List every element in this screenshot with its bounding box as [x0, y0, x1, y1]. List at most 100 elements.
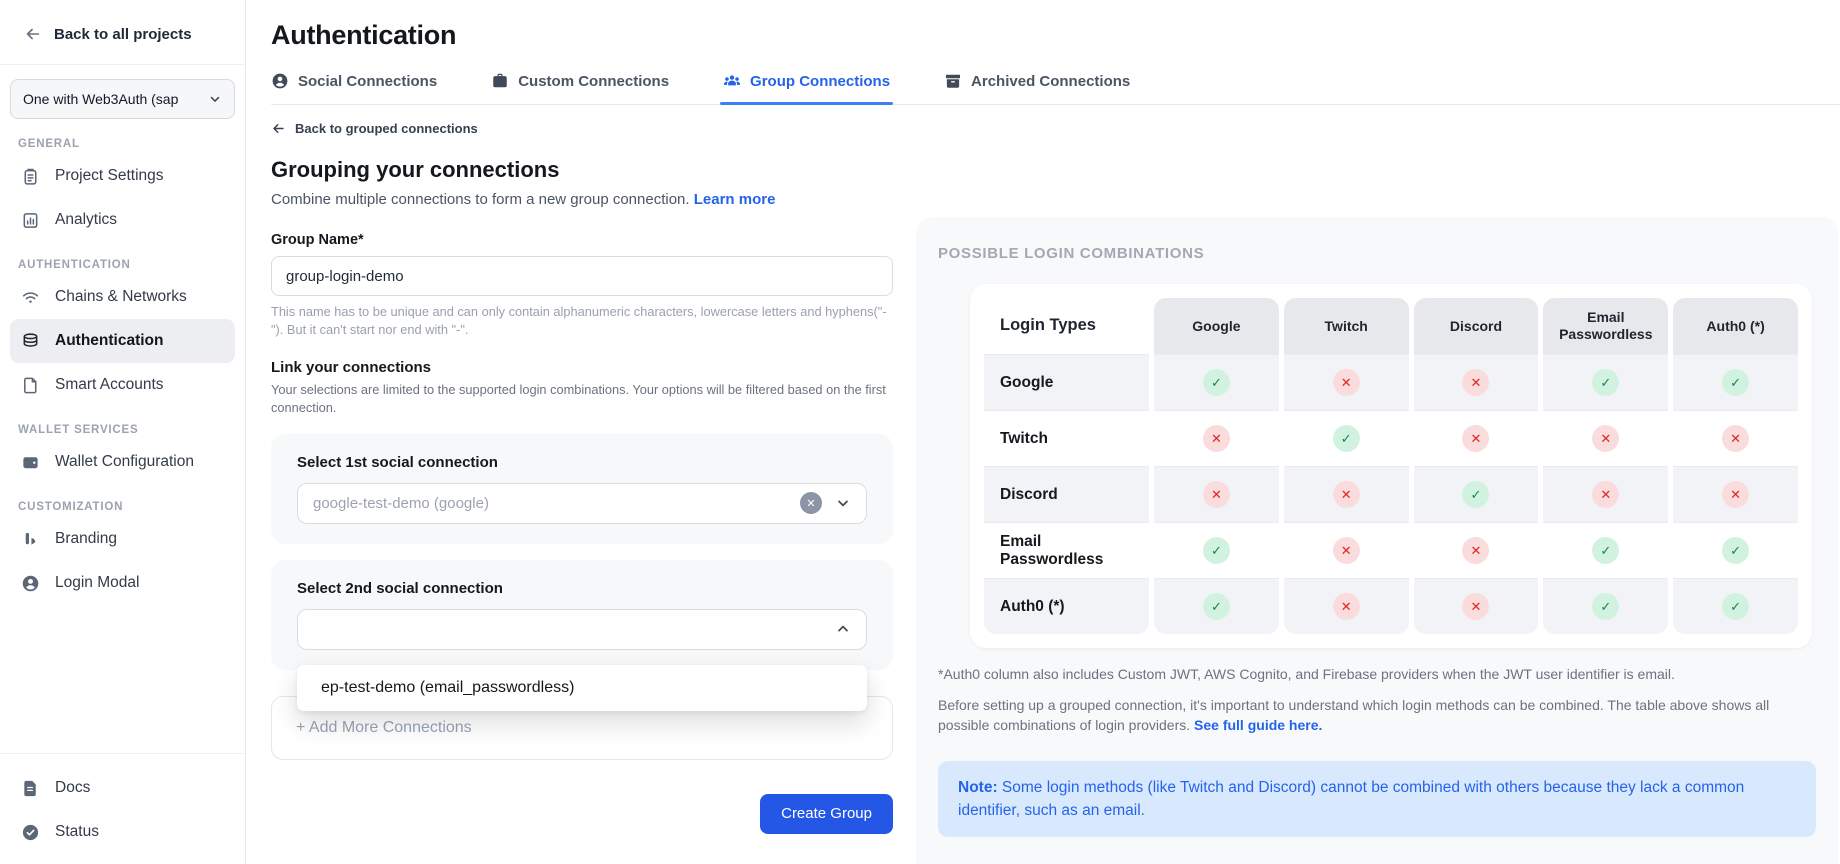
sidebar-item-branding[interactable]: Branding — [10, 517, 235, 561]
connection-dropdown: ep-test-demo (email_passwordless) — [297, 665, 867, 711]
sidebar-item-status[interactable]: Status — [10, 810, 235, 854]
combination-cell: ✕ — [1414, 410, 1539, 466]
section-label-authentication: AUTHENTICATION — [18, 259, 227, 271]
wallet-icon — [21, 453, 40, 472]
sidebar-item-smart-accounts[interactable]: Smart Accounts — [10, 363, 235, 407]
cross-icon: ✕ — [1462, 593, 1489, 620]
sidebar-item-label: Wallet Configuration — [55, 453, 194, 471]
docs-icon — [21, 779, 40, 798]
chevron-down-icon[interactable] — [835, 495, 851, 511]
sidebar-item-label: Project Settings — [55, 167, 164, 185]
arrow-left-icon — [24, 25, 42, 43]
sidebar-item-label: Authentication — [55, 332, 164, 350]
chevron-up-icon[interactable] — [835, 621, 851, 637]
row-label: Auth0 (*) — [984, 578, 1149, 634]
sidebar-item-chains-networks[interactable]: Chains & Networks — [10, 275, 235, 319]
project-selector[interactable]: One with Web3Auth (sap — [10, 79, 235, 119]
sidebar-spacer — [0, 605, 245, 753]
column-header: Email Passwordless — [1543, 298, 1668, 354]
check-icon: ✓ — [1203, 369, 1230, 396]
combination-cell: ✓ — [1414, 466, 1539, 522]
combination-cell: ✕ — [1284, 522, 1409, 578]
sidebar-item-label: Login Modal — [55, 574, 139, 592]
tab-label: Group Connections — [750, 73, 890, 90]
main-content: Authentication Social Connections Custom… — [246, 0, 1840, 864]
group-name-help: This name has to be unique and can only … — [271, 303, 893, 338]
cross-icon: ✕ — [1333, 369, 1360, 396]
sidebar-item-label: Branding — [55, 530, 117, 548]
combination-cell: ✕ — [1414, 522, 1539, 578]
user-circle-icon — [21, 574, 40, 593]
sidebar-item-docs[interactable]: Docs — [10, 766, 235, 810]
clear-selection-icon[interactable]: ✕ — [800, 492, 822, 514]
create-group-button[interactable]: Create Group — [760, 794, 893, 834]
chevron-down-icon — [208, 92, 222, 106]
combination-cell: ✕ — [1543, 410, 1668, 466]
login-combinations-table: Login TypesGoogleTwitchDiscordEmail Pass… — [984, 298, 1798, 634]
row-label: Google — [984, 354, 1149, 410]
group-connection-form: Back to grouped connections Grouping you… — [271, 105, 893, 834]
document-icon — [21, 376, 40, 395]
check-icon: ✓ — [1722, 537, 1749, 564]
status-check-icon — [21, 823, 40, 842]
combination-cell: ✓ — [1673, 578, 1798, 634]
section-label-general: GENERAL — [18, 138, 227, 150]
see-full-guide-link[interactable]: See full guide here. — [1194, 717, 1322, 733]
sidebar-item-project-settings[interactable]: Project Settings — [10, 154, 235, 198]
arrow-left-icon — [271, 121, 286, 136]
learn-more-link[interactable]: Learn more — [694, 191, 776, 208]
combination-cell: ✕ — [1154, 410, 1279, 466]
column-header-login-types: Login Types — [984, 298, 1149, 354]
toolbox-icon — [491, 72, 509, 90]
tab-social-connections[interactable]: Social Connections — [271, 72, 437, 104]
group-name-input[interactable] — [271, 256, 893, 296]
dropdown-option-ep-test-demo[interactable]: ep-test-demo (email_passwordless) — [297, 665, 867, 711]
form-heading: Grouping your connections — [271, 157, 893, 183]
cross-icon: ✕ — [1462, 537, 1489, 564]
check-icon: ✓ — [1592, 593, 1619, 620]
column-header: Discord — [1414, 298, 1539, 354]
cross-icon: ✕ — [1203, 425, 1230, 452]
sidebar-item-authentication[interactable]: Authentication — [10, 319, 235, 363]
check-icon: ✓ — [1722, 369, 1749, 396]
row-label: Discord — [984, 466, 1149, 522]
sidebar-item-label: Smart Accounts — [55, 376, 164, 394]
tab-group-connections[interactable]: Group Connections — [723, 72, 890, 104]
combination-cell: ✕ — [1284, 466, 1409, 522]
first-connection-select[interactable]: google-test-demo (google) ✕ — [297, 483, 867, 524]
link-connections-heading: Link your connections — [271, 359, 893, 376]
column-header: Google — [1154, 298, 1279, 354]
cross-icon: ✕ — [1333, 537, 1360, 564]
sidebar-item-analytics[interactable]: Analytics — [10, 198, 235, 242]
cross-icon: ✕ — [1333, 481, 1360, 508]
tab-custom-connections[interactable]: Custom Connections — [491, 72, 669, 104]
back-to-projects-link[interactable]: Back to all projects — [0, 0, 245, 65]
check-icon: ✓ — [1592, 537, 1619, 564]
tab-archived-connections[interactable]: Archived Connections — [944, 72, 1130, 104]
combination-cell: ✕ — [1543, 466, 1668, 522]
back-link-label: Back to grouped connections — [295, 121, 478, 136]
brush-icon — [21, 530, 40, 549]
check-icon: ✓ — [1203, 593, 1230, 620]
second-connection-select[interactable] — [297, 609, 867, 650]
column-header: Auth0 (*) — [1673, 298, 1798, 354]
section-label-customization: CUSTOMIZATION — [18, 501, 227, 513]
cross-icon: ✕ — [1462, 425, 1489, 452]
combination-cell: ✓ — [1543, 578, 1668, 634]
sidebar-item-label: Chains & Networks — [55, 288, 187, 306]
cross-icon: ✕ — [1462, 369, 1489, 396]
select-2nd-label: Select 2nd social connection — [297, 580, 867, 597]
section-label-wallet-services: WALLET SERVICES — [18, 424, 227, 436]
back-to-grouped-connections-link[interactable]: Back to grouped connections — [271, 121, 893, 136]
form-actions: Create Group — [271, 794, 893, 834]
sidebar-item-wallet-configuration[interactable]: Wallet Configuration — [10, 440, 235, 484]
note-box: Note: Some login methods (like Twitch an… — [938, 761, 1816, 838]
combination-cell: ✓ — [1673, 354, 1798, 410]
tab-label: Archived Connections — [971, 73, 1130, 90]
form-subtitle-text: Combine multiple connections to form a n… — [271, 191, 690, 208]
archive-box-icon — [944, 72, 962, 90]
row-label: Email Passwordless — [984, 522, 1149, 578]
sidebar-item-login-modal[interactable]: Login Modal — [10, 561, 235, 605]
cross-icon: ✕ — [1592, 481, 1619, 508]
note-label: Note: — [958, 779, 998, 796]
